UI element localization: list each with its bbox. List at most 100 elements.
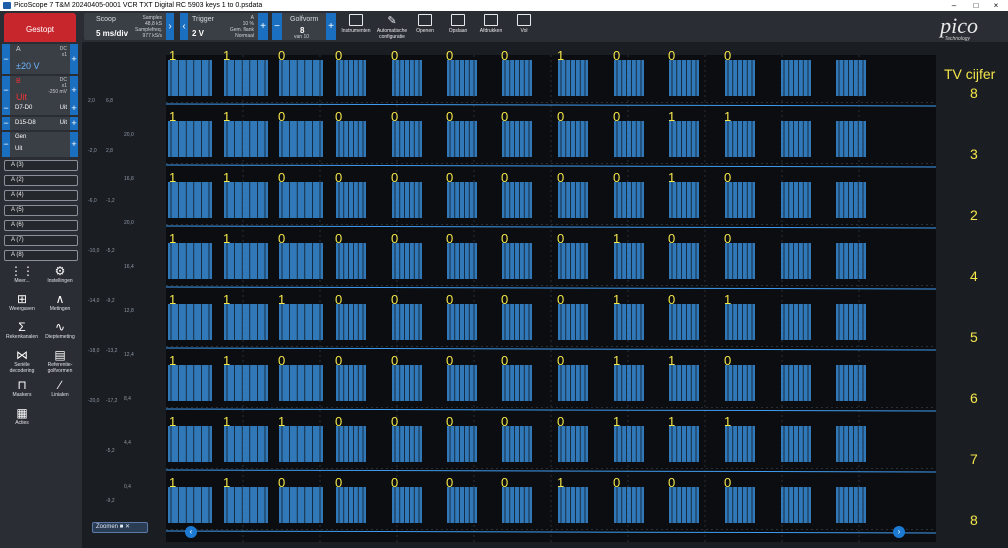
digital-d7-d0-control[interactable]: − D7-D0 Uit + [2,102,78,115]
channel-b-control[interactable]: − B DC x1 -250 mV Uit + [2,76,78,104]
trace-baseline [165,347,937,351]
channel-a-probe: x1 [61,52,67,58]
save-button[interactable]: Opslaan [444,13,472,40]
actions-label: Acties [15,420,29,426]
bit-label: 1 [169,48,177,63]
bit-label: 1 [668,414,676,429]
tv-digit-header: TV cijfer [944,66,996,82]
bit-label: 1 [668,170,676,185]
bit-label: 1 [613,231,621,246]
channel-b-plus[interactable]: + [70,76,78,104]
bit-label: 0 [501,353,509,368]
fullscreen-button[interactable]: Vol [512,13,536,40]
generator-minus[interactable]: − [2,132,10,157]
settings-tool[interactable]: ⚙ Instellingen [42,264,78,284]
axis-tick-left: 2,0 [88,98,95,104]
channel-a-range[interactable]: ±20 V [16,61,39,71]
pulse-burst [669,426,699,462]
window-title: PicoScope 7 T&M 20240405-0001 VCR TXT Di… [14,2,263,9]
bit-label: 1 [169,292,177,307]
pulse-burst [781,121,811,157]
pulse-burst [669,182,699,218]
waveform-label: Golfvorm [290,16,319,23]
digital-d15-d8-state[interactable]: Uit [60,120,67,126]
print-button[interactable]: Afdrukken [476,13,506,40]
scope-view[interactable]: 2,0 -2,0 -6,0 -10,0 -14,0 -18,0 -20,0 6,8 2,8 -1,… [82,42,1008,548]
minimize-button[interactable]: – [944,0,964,11]
pulse-burst [836,121,866,157]
pulse-burst [558,487,588,523]
pulse-burst [224,243,268,279]
waveform-minus-button[interactable]: − [272,13,282,40]
generator-control[interactable]: − Gen Uit + [2,132,78,157]
channel-a-minus[interactable]: − [2,44,10,74]
maximize-button[interactable]: □ [966,0,986,11]
zoom-overview[interactable]: Zoomen ■ ✕ [92,522,148,533]
clapper-icon: ▦ [16,406,28,420]
generator-state[interactable]: Uit [15,146,22,152]
serial-decoding-tool[interactable]: ⋈ Seriële decodering [4,348,40,374]
bit-label: 0 [446,414,454,429]
bit-label: 0 [335,170,343,185]
channel-b-state[interactable]: Uit [16,92,27,102]
math-channel-a7[interactable]: A (7) [4,235,78,246]
waveform-plus-button[interactable]: + [326,13,336,40]
timebase-stepper[interactable]: › [166,13,174,40]
close-button[interactable]: × [986,0,1006,11]
bit-label: 0 [391,109,399,124]
generator-name: Gen [15,134,27,140]
pulse-burst [781,487,811,523]
rulers-tool[interactable]: ∕ Linialen [42,378,78,398]
pulse-burst [558,426,588,462]
more-tool[interactable]: ⋮⋮ Meer... [4,264,40,284]
math-channel-a6[interactable]: A (6) [4,220,78,231]
open-button[interactable]: Openen [412,13,438,40]
timebase-group: Scoop 5 ms/div Samples 48,8 kS Samplefreq.… [84,13,174,40]
digital-d7-d0-plus[interactable]: + [70,102,78,115]
app-icon [3,2,11,9]
trigger-collapse[interactable]: ‹ [180,13,188,40]
views-tool[interactable]: ⊞ Weergaven [4,292,40,312]
math-channel-a2[interactable]: A (2) [4,175,78,186]
generator-plus[interactable]: + [70,132,78,157]
bit-label: 1 [223,475,231,490]
digital-d15-d8-plus[interactable]: + [70,117,78,130]
trigger-plus-button[interactable]: + [258,13,268,40]
pulse-burst [279,182,323,218]
digital-d7-d0-minus[interactable]: − [2,102,10,115]
bit-label: 0 [446,231,454,246]
digital-d15-d8-control[interactable]: − D15-D8 Uit + [2,117,78,130]
digital-d15-d8-minus[interactable]: − [2,117,10,130]
pulse-burst [558,304,588,340]
scroll-left-button[interactable]: ‹ [185,526,197,538]
measurements-tool[interactable]: ∧ Metingen [42,292,78,312]
math-channel-a3[interactable]: A (3) [4,160,78,171]
auto-setup-button[interactable]: ✎ Automatische configuratie [374,13,410,40]
bit-label: 0 [335,231,343,246]
math-channel-a5[interactable]: A (5) [4,205,78,216]
math-channel-a4[interactable]: A (4) [4,190,78,201]
math-channel-a8[interactable]: A (8) [4,250,78,261]
digital-d7-d0-state[interactable]: Uit [60,105,67,111]
channel-b-minus[interactable]: − [2,76,10,104]
pulse-burst [336,121,366,157]
trace-baseline [165,286,937,290]
math-channels-tool[interactable]: Σ Rekenkanalen [4,320,40,340]
timebase-value[interactable]: 5 ms/div [96,29,128,38]
depth-tool[interactable]: ∿ Dieptemeting [42,320,78,340]
pulse-burst [447,487,477,523]
trigger-value[interactable]: 2 V [192,29,204,38]
bit-label: 1 [724,109,732,124]
actions-tool[interactable]: ▦ Acties [4,406,40,426]
channel-a-plus[interactable]: + [70,44,78,74]
pulse-burst [502,121,532,157]
pulse-burst [781,304,811,340]
instruments-button[interactable]: Instrumenten [340,13,372,40]
settings-label: Instellingen [47,278,73,284]
reference-waveforms-tool[interactable]: ▤ Referentie-golfvormen [42,348,78,374]
pulse-burst [669,487,699,523]
scroll-right-button[interactable]: › [893,526,905,538]
masks-tool[interactable]: ⊓ Maskers [4,378,40,398]
channel-a-control[interactable]: − A DC x1 ±20 V + [2,44,78,74]
pulse-burst [224,60,268,96]
